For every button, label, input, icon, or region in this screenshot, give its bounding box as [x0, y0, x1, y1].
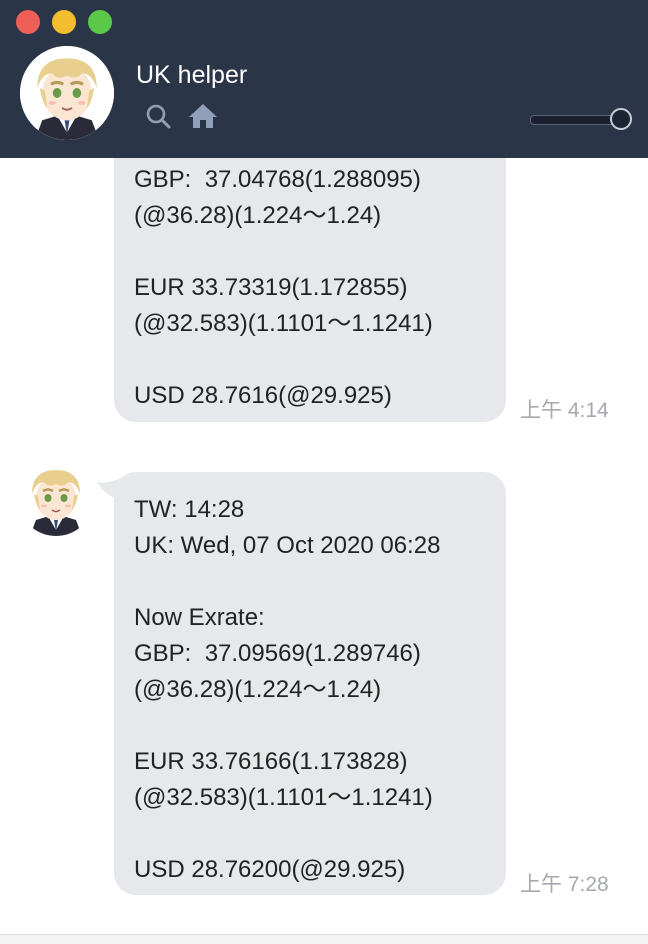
- message-line: (@32.583)(1.1101～1.1241): [134, 310, 433, 337]
- slider-knob[interactable]: [610, 108, 632, 130]
- close-button[interactable]: [16, 10, 40, 34]
- message-line: (@36.28)(1.224～1.24): [134, 676, 382, 703]
- chat-title: UK helper: [136, 61, 248, 89]
- message-line: USD 28.7616(@29.925): [134, 382, 392, 409]
- message-line: GBP: 37.09569(1.289746): [134, 640, 421, 667]
- window-header: UK helper: [0, 0, 648, 158]
- input-bar-edge: [0, 934, 648, 944]
- message-line: UK: Wed, 07 Oct 2020 06:28: [134, 532, 441, 559]
- message-line: [134, 708, 486, 744]
- message-line: [134, 342, 486, 378]
- message-line: (@32.583)(1.1101～1.1241): [134, 784, 433, 811]
- volume-slider[interactable]: [530, 108, 632, 130]
- home-icon[interactable]: [188, 102, 217, 130]
- message-line: [134, 816, 486, 852]
- message-line: GBP: 37.04768(1.288095): [134, 166, 421, 193]
- message-line: [134, 234, 486, 270]
- message-line: TW: 14:28: [134, 496, 245, 523]
- message-line: EUR 33.73319(1.172855): [134, 274, 408, 301]
- search-icon[interactable]: [144, 102, 172, 130]
- message-line: (@36.28)(1.224～1.24): [134, 202, 382, 229]
- message-line: USD 28.76200(@29.925): [134, 856, 406, 883]
- chat-window: GBP: 37.04768(1.288095) (@36.28)(1.224～1…: [0, 0, 648, 944]
- minimize-button[interactable]: [52, 10, 76, 34]
- message-timestamp: 上午 4:14: [520, 399, 609, 422]
- message-line: Now Exrate:: [134, 604, 265, 631]
- message-line: [134, 564, 486, 600]
- chat-avatar[interactable]: [20, 46, 114, 140]
- message-bubble[interactable]: TW: 14:28 UK: Wed, 07 Oct 2020 06:28 Now…: [114, 472, 506, 895]
- avatar-image: [20, 46, 114, 140]
- avatar-image: [18, 460, 94, 536]
- zoom-button[interactable]: [88, 10, 112, 34]
- message-timestamp: 上午 7:28: [520, 873, 609, 896]
- message-line: EUR 33.76166(1.173828): [134, 748, 408, 775]
- sender-avatar[interactable]: [18, 460, 94, 536]
